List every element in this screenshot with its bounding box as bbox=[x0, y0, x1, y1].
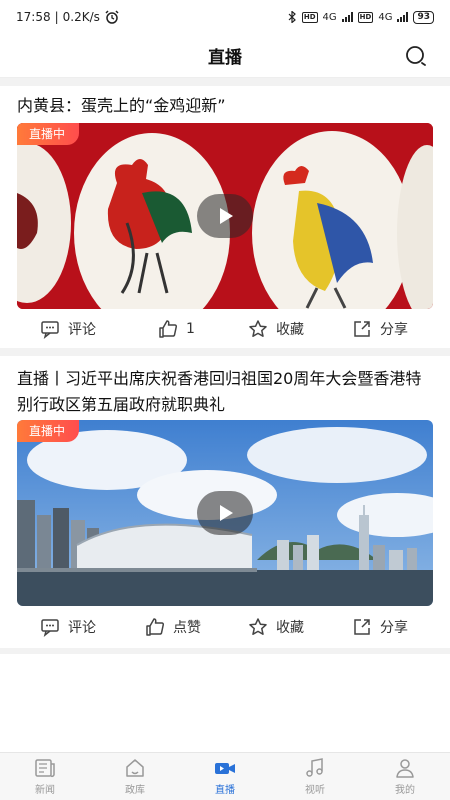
play-button[interactable] bbox=[197, 491, 253, 535]
video-thumbnail[interactable]: 直播中 bbox=[17, 420, 433, 606]
section-divider bbox=[0, 348, 450, 356]
live-card[interactable]: 内黄县：蛋壳上的“金鸡迎新” 直播中 评论 1 收藏 分享 bbox=[0, 86, 450, 348]
top-header: 直播 bbox=[0, 34, 450, 78]
card-title[interactable]: 直播丨习近平出席庆祝香港回归祖国20周年大会暨香港特别行政区第五届政府就职典礼 bbox=[17, 366, 436, 418]
star-icon bbox=[249, 320, 267, 337]
star-icon bbox=[249, 618, 267, 635]
collect-button[interactable]: 收藏 bbox=[248, 319, 304, 339]
tab-label: 政库 bbox=[125, 785, 145, 796]
thumbs-up-icon bbox=[159, 320, 178, 338]
like-button[interactable]: 1 bbox=[158, 319, 195, 339]
comment-button[interactable]: 评论 bbox=[40, 319, 96, 339]
tab-audio-video[interactable]: 视听 bbox=[270, 753, 360, 800]
card-actions: 评论 点赞 收藏 分享 bbox=[0, 607, 450, 647]
search-icon[interactable] bbox=[404, 44, 428, 68]
comment-label: 评论 bbox=[68, 322, 96, 338]
live-camera-icon bbox=[215, 763, 235, 774]
tab-mine[interactable]: 我的 bbox=[360, 753, 450, 800]
signal-icon-2 bbox=[397, 12, 409, 22]
card-actions: 评论 1 收藏 分享 bbox=[0, 309, 450, 349]
comment-button[interactable]: 评论 bbox=[40, 617, 96, 637]
page-title: 直播 bbox=[208, 48, 242, 68]
tab-policy[interactable]: 政库 bbox=[90, 753, 180, 800]
collect-label: 收藏 bbox=[276, 322, 304, 338]
video-thumbnail[interactable]: 直播中 bbox=[17, 123, 433, 309]
live-badge: 直播中 bbox=[17, 123, 80, 145]
section-divider bbox=[0, 78, 450, 86]
like-label: 点赞 bbox=[173, 620, 201, 636]
card-title[interactable]: 内黄县：蛋壳上的“金鸡迎新” bbox=[17, 93, 436, 119]
bluetooth-icon bbox=[288, 11, 296, 23]
comment-icon bbox=[41, 321, 59, 339]
status-net-speed: 0.2K/s bbox=[62, 10, 100, 24]
net-label: 4G bbox=[322, 11, 337, 23]
section-divider bbox=[0, 648, 450, 654]
play-icon bbox=[220, 208, 233, 224]
comment-label: 评论 bbox=[68, 620, 96, 636]
user-icon bbox=[396, 759, 414, 778]
status-bar: 17:58 | 0.2K/s HD 4G HD 4G 93 bbox=[0, 0, 450, 34]
collect-button[interactable]: 收藏 bbox=[248, 617, 304, 637]
share-label: 分享 bbox=[380, 620, 408, 636]
net-label-2: 4G bbox=[378, 11, 393, 23]
thumbs-up-icon bbox=[146, 618, 165, 636]
hd-badge: HD bbox=[301, 11, 318, 23]
live-badge: 直播中 bbox=[17, 420, 80, 442]
status-time: 17:58 bbox=[16, 10, 51, 24]
tab-label: 直播 bbox=[215, 785, 235, 796]
play-icon bbox=[220, 505, 233, 521]
share-button[interactable]: 分享 bbox=[352, 617, 408, 637]
tab-label: 我的 bbox=[395, 785, 415, 796]
play-button[interactable] bbox=[197, 194, 253, 238]
hd-badge-2: HD bbox=[357, 11, 374, 23]
tab-live[interactable]: 直播 bbox=[180, 753, 270, 800]
tab-label: 新闻 bbox=[35, 785, 55, 796]
tab-news[interactable]: 新闻 bbox=[0, 753, 90, 800]
alarm-icon bbox=[105, 10, 119, 24]
home-icon bbox=[126, 759, 144, 777]
battery-indicator: 93 bbox=[413, 10, 434, 24]
news-icon bbox=[35, 759, 55, 778]
share-label: 分享 bbox=[380, 322, 408, 338]
live-card[interactable]: 直播丨习近平出席庆祝香港回归祖国20周年大会暨香港特别行政区第五届政府就职典礼 bbox=[0, 356, 450, 648]
like-count: 1 bbox=[186, 321, 195, 337]
music-icon bbox=[306, 758, 323, 777]
share-icon bbox=[354, 619, 370, 635]
share-icon bbox=[354, 321, 370, 337]
signal-icon bbox=[341, 12, 353, 22]
comment-icon bbox=[41, 619, 59, 637]
bottom-tab-bar: 新闻 政库 直播 视听 我的 bbox=[0, 752, 450, 800]
tab-label: 视听 bbox=[305, 785, 325, 796]
like-button[interactable]: 点赞 bbox=[145, 617, 201, 637]
collect-label: 收藏 bbox=[276, 620, 304, 636]
status-separator: | bbox=[54, 10, 59, 24]
share-button[interactable]: 分享 bbox=[352, 319, 408, 339]
